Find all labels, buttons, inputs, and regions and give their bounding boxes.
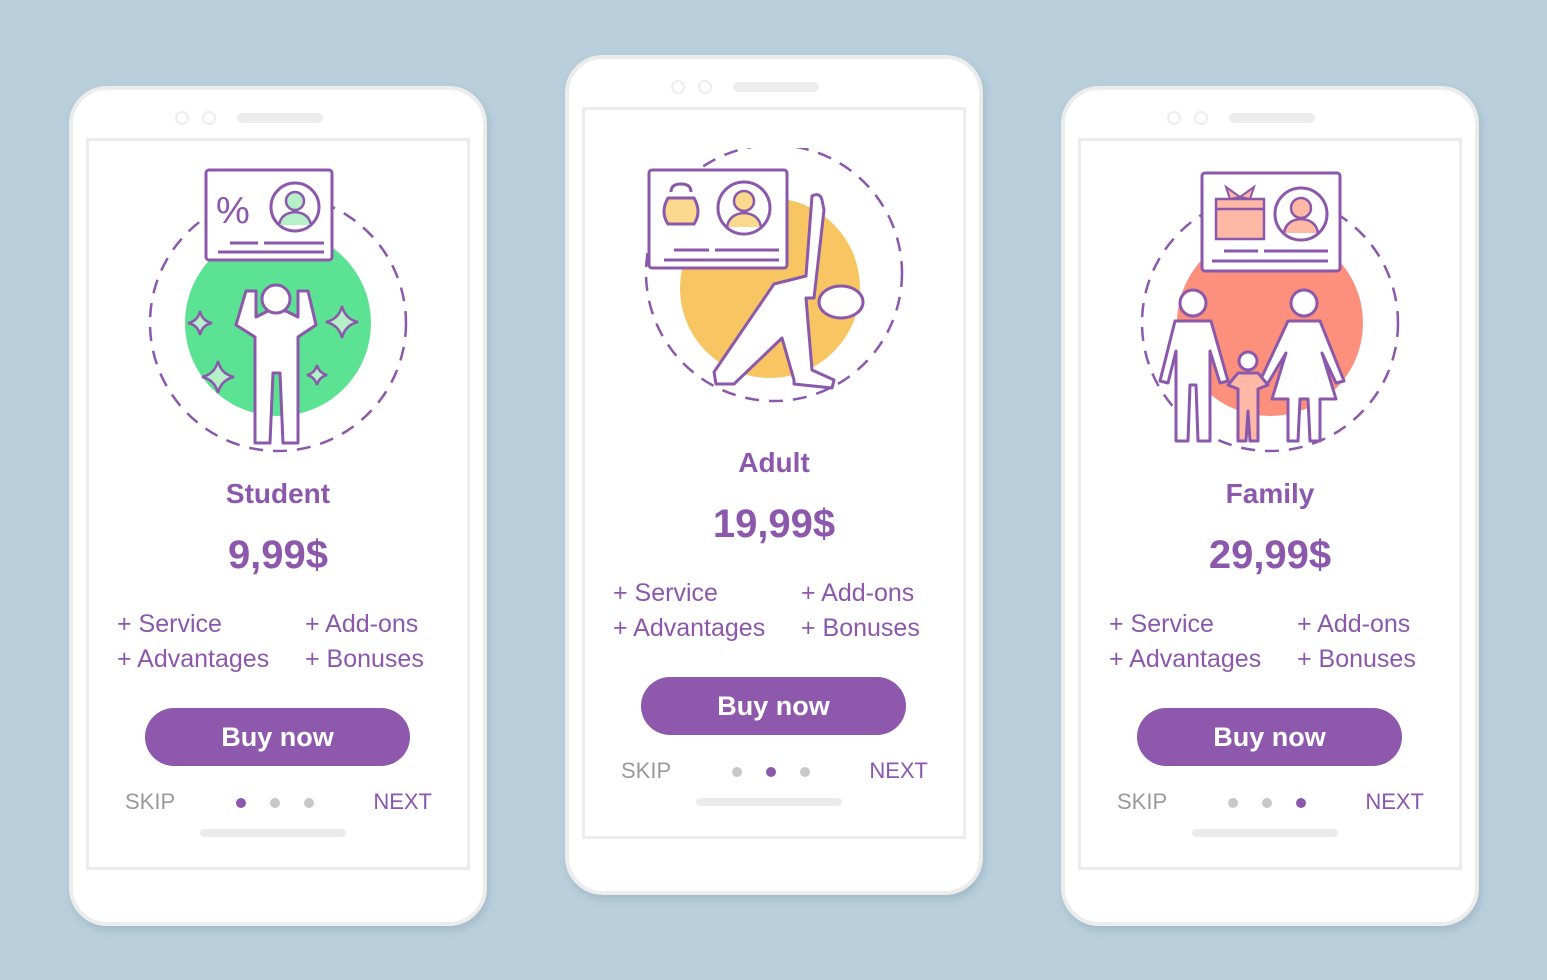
page-dot-2[interactable] xyxy=(1262,798,1272,808)
phone-adult: Adult 19,99$ + Service + Add-ons + Advan… xyxy=(565,55,983,895)
gift-icon xyxy=(1214,197,1266,241)
avatar-icon xyxy=(1289,196,1313,220)
skip-link[interactable]: SKIP xyxy=(125,789,175,815)
sensor-icon xyxy=(698,80,712,94)
sensor-icon xyxy=(1194,111,1208,125)
camera-icon xyxy=(671,80,685,94)
percent-icon: % xyxy=(216,190,250,232)
feature-addons: + Add-ons xyxy=(801,579,915,607)
plan-price: 29,99$ xyxy=(1208,533,1332,577)
feature-service: + Service xyxy=(117,610,222,638)
screen: % Student 9,99$ + Service + Add-ons + Ad… xyxy=(86,138,470,870)
page-dot-3[interactable] xyxy=(1296,798,1306,808)
feature-bonuses: + Bonuses xyxy=(305,645,424,673)
next-link[interactable]: NEXT xyxy=(869,758,928,784)
page-dot-3[interactable] xyxy=(304,798,314,808)
skip-link[interactable]: SKIP xyxy=(1117,789,1167,815)
sensor-icon xyxy=(202,111,216,125)
avatar-icon xyxy=(284,190,306,212)
next-link[interactable]: NEXT xyxy=(1365,789,1424,815)
home-indicator xyxy=(200,829,346,837)
discount-card-icon: % xyxy=(204,168,334,262)
speaker-grille xyxy=(733,82,819,92)
plan-name: Family xyxy=(1225,478,1315,509)
plan-price: 9,99$ xyxy=(227,533,329,577)
buy-now-button[interactable]: Buy now xyxy=(145,708,410,766)
screen: Adult 19,99$ + Service + Add-ons + Advan… xyxy=(582,107,966,839)
feature-service: + Service xyxy=(1109,610,1214,638)
speaker-grille xyxy=(237,113,323,123)
phone-family: Family 29,99$ + Service + Add-ons + Adva… xyxy=(1061,86,1479,926)
plan-name: Student xyxy=(225,478,331,509)
feature-bonuses: + Bonuses xyxy=(1297,645,1416,673)
feature-advantages: + Advantages xyxy=(613,614,766,642)
feature-list: + Service + Add-ons + Advantages + Bonus… xyxy=(117,609,447,675)
adult-illustration xyxy=(644,148,904,403)
camera-icon xyxy=(1167,111,1181,125)
feature-bonuses: + Bonuses xyxy=(801,614,920,642)
page-indicator xyxy=(1228,798,1308,810)
page-dot-1[interactable] xyxy=(732,767,742,777)
feature-advantages: + Advantages xyxy=(1109,645,1262,673)
plan-name: Adult xyxy=(738,447,810,478)
speaker-grille xyxy=(1229,113,1315,123)
home-indicator xyxy=(696,798,842,806)
gift-card-icon xyxy=(1200,171,1342,273)
page-dot-2[interactable] xyxy=(270,798,280,808)
home-indicator xyxy=(1192,829,1338,837)
feature-list: + Service + Add-ons + Advantages + Bonus… xyxy=(613,578,943,644)
phone-student: % Student 9,99$ + Service + Add-ons + Ad… xyxy=(69,86,487,926)
skip-link[interactable]: SKIP xyxy=(621,758,671,784)
buy-now-button[interactable]: Buy now xyxy=(1137,708,1402,766)
page-dot-3[interactable] xyxy=(800,767,810,777)
plan-price: 19,99$ xyxy=(712,502,836,546)
page-dot-1[interactable] xyxy=(236,798,246,808)
feature-service: + Service xyxy=(613,579,718,607)
page-indicator xyxy=(236,798,316,810)
feature-advantages: + Advantages xyxy=(117,645,270,673)
buy-now-button[interactable]: Buy now xyxy=(641,677,906,735)
fitness-card-icon xyxy=(647,168,789,270)
student-illustration: % xyxy=(148,168,408,453)
feature-addons: + Add-ons xyxy=(1297,610,1411,638)
screen: Family 29,99$ + Service + Add-ons + Adva… xyxy=(1078,138,1462,870)
page-dot-1[interactable] xyxy=(1228,798,1238,808)
avatar-icon xyxy=(732,189,756,213)
camera-icon xyxy=(175,111,189,125)
next-link[interactable]: NEXT xyxy=(373,789,432,815)
feature-list: + Service + Add-ons + Advantages + Bonus… xyxy=(1109,609,1439,675)
feature-addons: + Add-ons xyxy=(305,610,419,638)
family-illustration xyxy=(1140,171,1400,453)
page-dot-2[interactable] xyxy=(766,767,776,777)
page-indicator xyxy=(732,767,812,779)
